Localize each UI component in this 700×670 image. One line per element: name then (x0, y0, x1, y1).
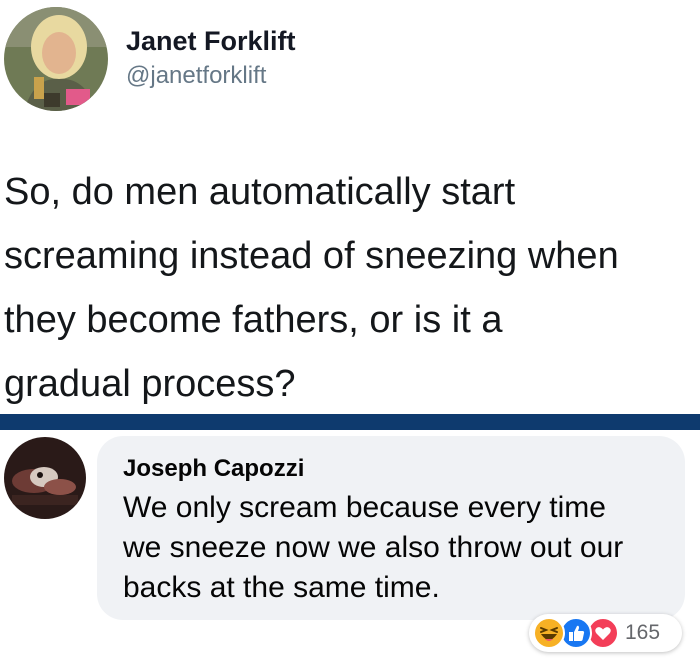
comment-text-line: backs at the same time. (123, 571, 440, 604)
tweet-text-line: they become fathers, or is it a (4, 299, 503, 341)
tweet-text-line: gradual process? (4, 363, 296, 405)
reaction-count: 165 (625, 621, 661, 644)
tweet-author-handle[interactable]: @janetforklift (126, 62, 266, 90)
tweet-text-line: screaming instead of sneezing when (4, 235, 619, 277)
tweet-card: Janet Forklift @janetforklift So, do men… (0, 0, 700, 414)
comment-text: We only scream because every time we sne… (123, 488, 678, 608)
comment-text-line: We only scream because every time (123, 491, 606, 524)
facebook-comment: Joseph Capozzi We only scream because ev… (0, 430, 700, 670)
comment-avatar[interactable] (4, 437, 86, 519)
comment-author-name[interactable]: Joseph Capozzi (123, 455, 304, 483)
section-divider (0, 414, 700, 430)
comment-text-line: we sneeze now we also throw out our (123, 531, 624, 564)
comment-bubble: Joseph Capozzi We only scream because ev… (97, 436, 685, 620)
tweet-text-line: So, do men automatically start (4, 171, 516, 213)
tweet-text: So, do men automatically start screaming… (4, 160, 698, 416)
reactions-summary[interactable]: 165 (529, 614, 682, 652)
tweet-author-name[interactable]: Janet Forklift (126, 26, 296, 57)
tweet-avatar[interactable] (4, 7, 108, 111)
haha-icon (533, 617, 565, 649)
